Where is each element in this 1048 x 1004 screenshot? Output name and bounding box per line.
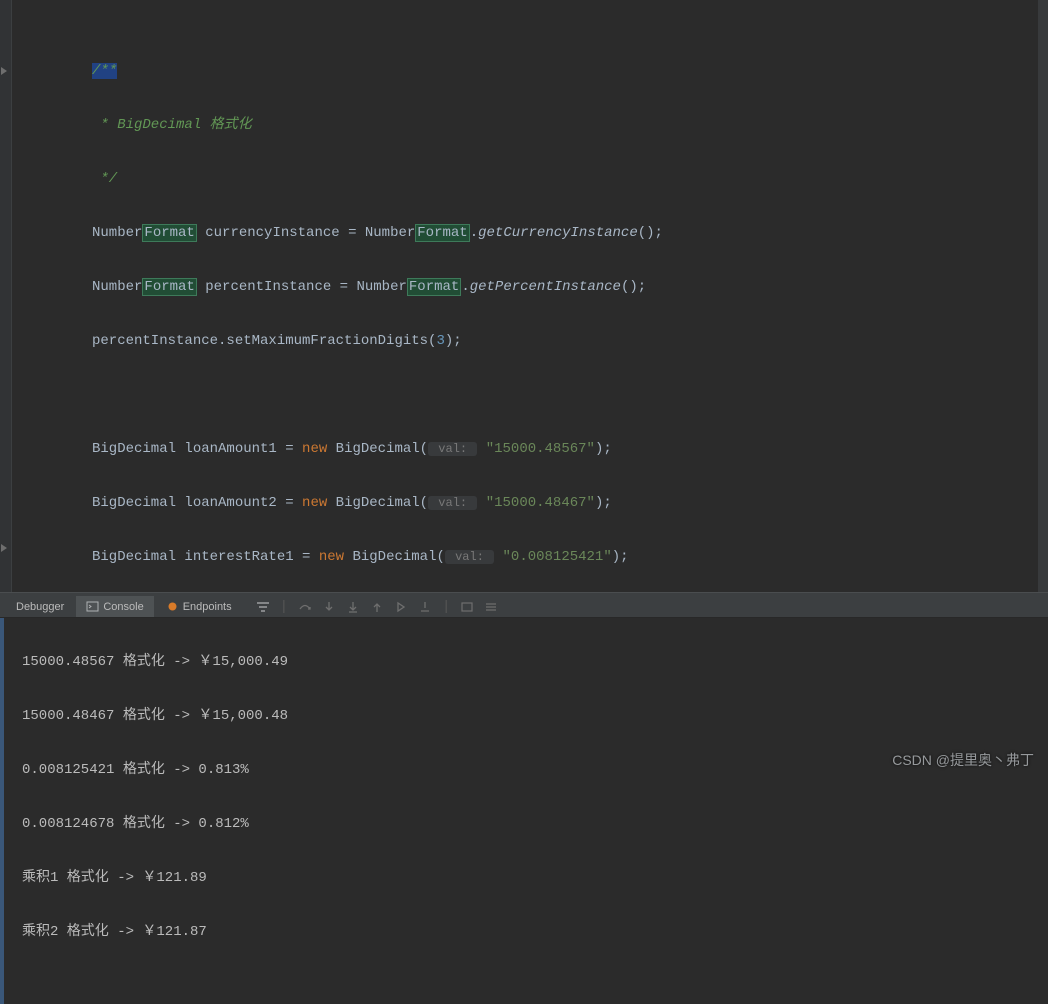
- console-line: 乘积2 格式化 -> ￥121.87: [22, 919, 1038, 946]
- code-token: "15000.48467": [486, 495, 595, 511]
- step-out-icon[interactable]: [370, 600, 384, 614]
- code-token: );: [595, 495, 612, 511]
- tab-label: Console: [103, 601, 143, 613]
- tab-label: Debugger: [16, 601, 64, 613]
- code-token: getCurrencyInstance: [478, 225, 638, 241]
- code-token: BigDecimal loanAmount2 =: [92, 495, 302, 511]
- tab-console[interactable]: Console: [76, 596, 153, 617]
- watermark: CSDN @提里奥丶弗丁: [892, 750, 1034, 770]
- code-content[interactable]: /** * BigDecimal 格式化 */ NumberFormat cur…: [12, 0, 1048, 592]
- code-highlight: Format: [407, 278, 461, 296]
- param-hint: val:: [428, 442, 477, 456]
- gutter-marker-icon: [1, 67, 9, 75]
- trace-icon[interactable]: [484, 600, 498, 614]
- param-hint: val:: [428, 496, 477, 510]
- console-line: 乘积1 格式化 -> ￥121.89: [22, 865, 1038, 892]
- code-token: percentInstance = Number: [197, 279, 407, 295]
- code-token: Number: [92, 225, 142, 241]
- code-highlight: Format: [415, 224, 469, 242]
- editor-scrollbar[interactable]: [1038, 0, 1048, 592]
- console-line: 15000.48467 格式化 -> ￥15,000.48: [22, 703, 1038, 730]
- tab-debugger[interactable]: Debugger: [6, 597, 74, 617]
- code-token: getPercentInstance: [470, 279, 621, 295]
- step-over-icon[interactable]: [298, 600, 312, 614]
- code-token: new: [302, 495, 327, 511]
- endpoints-icon: [166, 600, 179, 613]
- console-output[interactable]: 15000.48567 格式化 -> ￥15,000.49 15000.4846…: [0, 618, 1048, 1004]
- code-token: BigDecimal loanAmount1 =: [92, 441, 302, 457]
- filter-icon[interactable]: [256, 600, 270, 614]
- console-line: 0.008124678 格式化 -> 0.812%: [22, 811, 1038, 838]
- console-line: 15000.48567 格式化 -> ￥15,000.49: [22, 649, 1038, 676]
- code-token: BigDecimal(: [327, 495, 428, 511]
- code-token: BigDecimal(: [327, 441, 428, 457]
- code-token: currencyInstance = Number: [197, 225, 415, 241]
- run-to-cursor-icon[interactable]: [418, 600, 432, 614]
- editor-gutter: [0, 0, 12, 592]
- code-token: );: [595, 441, 612, 457]
- comment: /**: [92, 63, 117, 79]
- code-token: );: [612, 549, 629, 565]
- code-token: .: [461, 279, 469, 295]
- code-token: "0.008125421": [503, 549, 612, 565]
- evaluate-icon[interactable]: [460, 600, 474, 614]
- console-icon: [86, 600, 99, 613]
- tab-endpoints[interactable]: Endpoints: [156, 596, 242, 617]
- comment: * BigDecimal 格式化: [92, 117, 252, 133]
- code-token: new: [302, 441, 327, 457]
- console-toolbar: | |: [244, 599, 499, 615]
- drop-frame-icon[interactable]: [394, 600, 408, 614]
- code-token: percentInstance.setMaximumFractionDigits…: [92, 333, 436, 349]
- gutter-marker-icon: [1, 544, 9, 552]
- code-highlight: Format: [142, 224, 196, 242]
- force-step-into-icon[interactable]: [346, 600, 360, 614]
- comment: */: [92, 171, 117, 187]
- code-token: .: [470, 225, 478, 241]
- panel-tabs: Debugger Console Endpoints | |: [0, 596, 1048, 618]
- code-token: ();: [621, 279, 646, 295]
- code-token: 3: [436, 333, 444, 349]
- code-token: new: [319, 549, 344, 565]
- console-line: 0.008125421 格式化 -> 0.813%: [22, 757, 1038, 784]
- code-token: );: [445, 333, 462, 349]
- debug-panel: Debugger Console Endpoints | | 15000.485…: [0, 596, 1048, 782]
- code-token: Number: [92, 279, 142, 295]
- code-editor[interactable]: /** * BigDecimal 格式化 */ NumberFormat cur…: [0, 0, 1048, 592]
- code-token: BigDecimal(: [344, 549, 445, 565]
- code-highlight: Format: [142, 278, 196, 296]
- code-token: ();: [638, 225, 663, 241]
- step-into-icon[interactable]: [322, 600, 336, 614]
- tab-label: Endpoints: [183, 601, 232, 613]
- param-hint: val:: [445, 550, 494, 564]
- code-token: "15000.48567": [486, 441, 595, 457]
- code-token: BigDecimal interestRate1 =: [92, 549, 319, 565]
